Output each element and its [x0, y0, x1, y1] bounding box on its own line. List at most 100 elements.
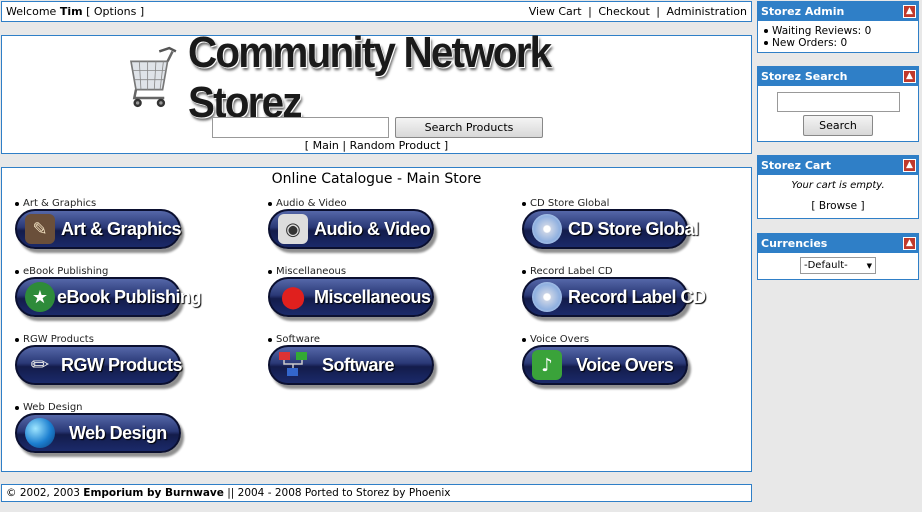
- logo[interactable]: Community Network Storez: [126, 28, 626, 127]
- category-web-design: Web Design Web Design: [15, 402, 215, 462]
- collapse-icon[interactable]: ▲: [903, 237, 916, 250]
- sidebar-search-button[interactable]: Search: [803, 115, 873, 136]
- bullet-icon: [15, 269, 19, 274]
- category-label-text: CD Store Global: [530, 198, 610, 209]
- category-miscellaneous: Miscellaneous ⬤ Miscellaneous: [268, 266, 468, 326]
- waiting-reviews-link[interactable]: Waiting Reviews:: [772, 25, 861, 37]
- footer-credit: Emporium by Burnwave: [83, 487, 224, 499]
- category-software: Software Software: [268, 334, 468, 394]
- bracket: [: [811, 200, 816, 212]
- microphone-icon: ✏: [30, 352, 50, 378]
- bullet-icon: [522, 201, 526, 206]
- art-graphics-button[interactable]: ✎ Art & Graphics: [15, 209, 182, 249]
- audio-video-button[interactable]: ◉ Audio & Video: [268, 209, 434, 249]
- category-art-graphics: Art & Graphics ✎ Art & Graphics: [15, 198, 215, 258]
- stat-value: 0: [840, 37, 848, 49]
- administration-link[interactable]: Administration: [667, 5, 748, 18]
- username: Tim: [59, 5, 83, 18]
- miscellaneous-button[interactable]: ⬤ Miscellaneous: [268, 277, 434, 317]
- category-label-text: RGW Products: [23, 334, 94, 345]
- collapse-icon[interactable]: ▲: [903, 5, 916, 18]
- voice-overs-button[interactable]: ♪ Voice Overs: [522, 345, 688, 385]
- panel-title: Storez Search: [761, 70, 848, 83]
- bullet-icon: [268, 337, 272, 342]
- web-design-button[interactable]: Web Design: [15, 413, 181, 453]
- bracket: ]: [139, 5, 145, 18]
- category-label: CD Store Global: [522, 198, 722, 209]
- cart-empty-text: Your cart is empty.: [791, 180, 885, 191]
- panel-header: Storez Search ▲: [758, 67, 918, 86]
- stat-value: 0: [864, 25, 872, 37]
- bullet-icon: [15, 337, 19, 342]
- top-links: View Cart | Checkout | Administration: [529, 5, 747, 18]
- button-label: Web Design: [69, 422, 167, 443]
- category-label: Voice Overs: [522, 334, 722, 345]
- storez-cart-panel: Storez Cart ▲ Your cart is empty. [ Brow…: [757, 155, 919, 219]
- currency-selected: -Default-: [804, 260, 848, 271]
- panel-title: Storez Admin: [761, 5, 845, 18]
- button-label: Voice Overs: [576, 354, 674, 375]
- category-label-text: Web Design: [23, 402, 83, 413]
- chevron-down-icon: ▼: [866, 261, 872, 270]
- cd-icon: [532, 282, 562, 312]
- category-cd-store-global: CD Store Global CD Store Global: [522, 198, 722, 258]
- rgw-products-button[interactable]: ✏ RGW Products: [15, 345, 183, 385]
- button-label: CD Store Global: [568, 218, 699, 239]
- bullet-icon: [15, 201, 19, 206]
- new-orders-link[interactable]: New Orders:: [772, 37, 837, 49]
- panel-header: Storez Cart ▲: [758, 156, 918, 175]
- storez-admin-panel: Storez Admin ▲ Waiting Reviews: 0 New Or…: [757, 1, 919, 53]
- search-form: Search: [758, 86, 918, 136]
- category-label: Miscellaneous: [268, 266, 468, 277]
- list-item: New Orders: 0: [762, 37, 914, 49]
- record-label-cd-button[interactable]: Record Label CD: [522, 277, 706, 317]
- ebook-publishing-button[interactable]: ★ eBook Publishing: [15, 277, 202, 317]
- product-search-input[interactable]: [212, 117, 389, 138]
- bracket: ]: [860, 200, 865, 212]
- main-link[interactable]: Main: [313, 139, 339, 152]
- collapse-icon[interactable]: ▲: [903, 70, 916, 83]
- search-products-button[interactable]: Search Products: [395, 117, 543, 138]
- panel-title: Storez Cart: [761, 159, 832, 172]
- admin-stats: Waiting Reviews: 0 New Orders: 0: [758, 21, 918, 53]
- mic-icon: ♪: [532, 350, 562, 380]
- button-label: RGW Products: [61, 354, 183, 375]
- currency-select[interactable]: -Default- ▼: [800, 257, 876, 274]
- product-search: Search Products: [212, 117, 543, 138]
- welcome-text: Welcome: [6, 5, 57, 18]
- bullet-icon: [268, 201, 272, 206]
- random-product-link[interactable]: Random Product: [350, 139, 441, 152]
- cd-store-global-button[interactable]: CD Store Global: [522, 209, 699, 249]
- browse-link[interactable]: Browse: [819, 200, 857, 212]
- sidebar-search-input[interactable]: [776, 92, 900, 112]
- ebook-icon: ★: [25, 282, 55, 312]
- catalogue-panel: Online Catalogue - Main Store Art & Grap…: [1, 167, 752, 472]
- panel-header: Storez Admin ▲: [758, 2, 918, 21]
- options-link[interactable]: Options: [94, 5, 136, 18]
- camera-icon: ◉: [278, 214, 308, 244]
- network-icon: [278, 350, 308, 380]
- category-record-label-cd: Record Label CD Record Label CD: [522, 266, 722, 326]
- view-cart-link[interactable]: View Cart: [529, 5, 582, 18]
- footer-text-b: || 2004 - 2008 Ported to Storez by Phoen…: [223, 487, 451, 499]
- catalogue-title: Online Catalogue - Main Store: [271, 171, 482, 187]
- category-label-text: Record Label CD: [530, 266, 613, 277]
- bracket: [: [304, 139, 310, 152]
- button-label: Miscellaneous: [314, 286, 431, 307]
- store-header: Community Network Storez Search Products…: [1, 28, 752, 154]
- software-button[interactable]: Software: [268, 345, 434, 385]
- collapse-icon[interactable]: ▲: [903, 159, 916, 172]
- art-icon: ✎: [25, 214, 55, 244]
- bullet-icon: [15, 405, 19, 410]
- category-label-text: Audio & Video: [276, 198, 347, 209]
- bullet-icon: [522, 269, 526, 274]
- category-ebook-publishing: eBook Publishing ★ eBook Publishing: [15, 266, 215, 326]
- browse-links: [ Browse ]: [758, 200, 918, 212]
- footer: © 2002, 2003 Emporium by Burnwave || 200…: [1, 484, 752, 502]
- checkout-link[interactable]: Checkout: [598, 5, 649, 18]
- category-label: Record Label CD: [522, 266, 722, 277]
- bullet-icon: [522, 337, 526, 342]
- cd-icon: [532, 214, 562, 244]
- bracket: [: [86, 5, 91, 18]
- category-label-text: Software: [276, 334, 321, 345]
